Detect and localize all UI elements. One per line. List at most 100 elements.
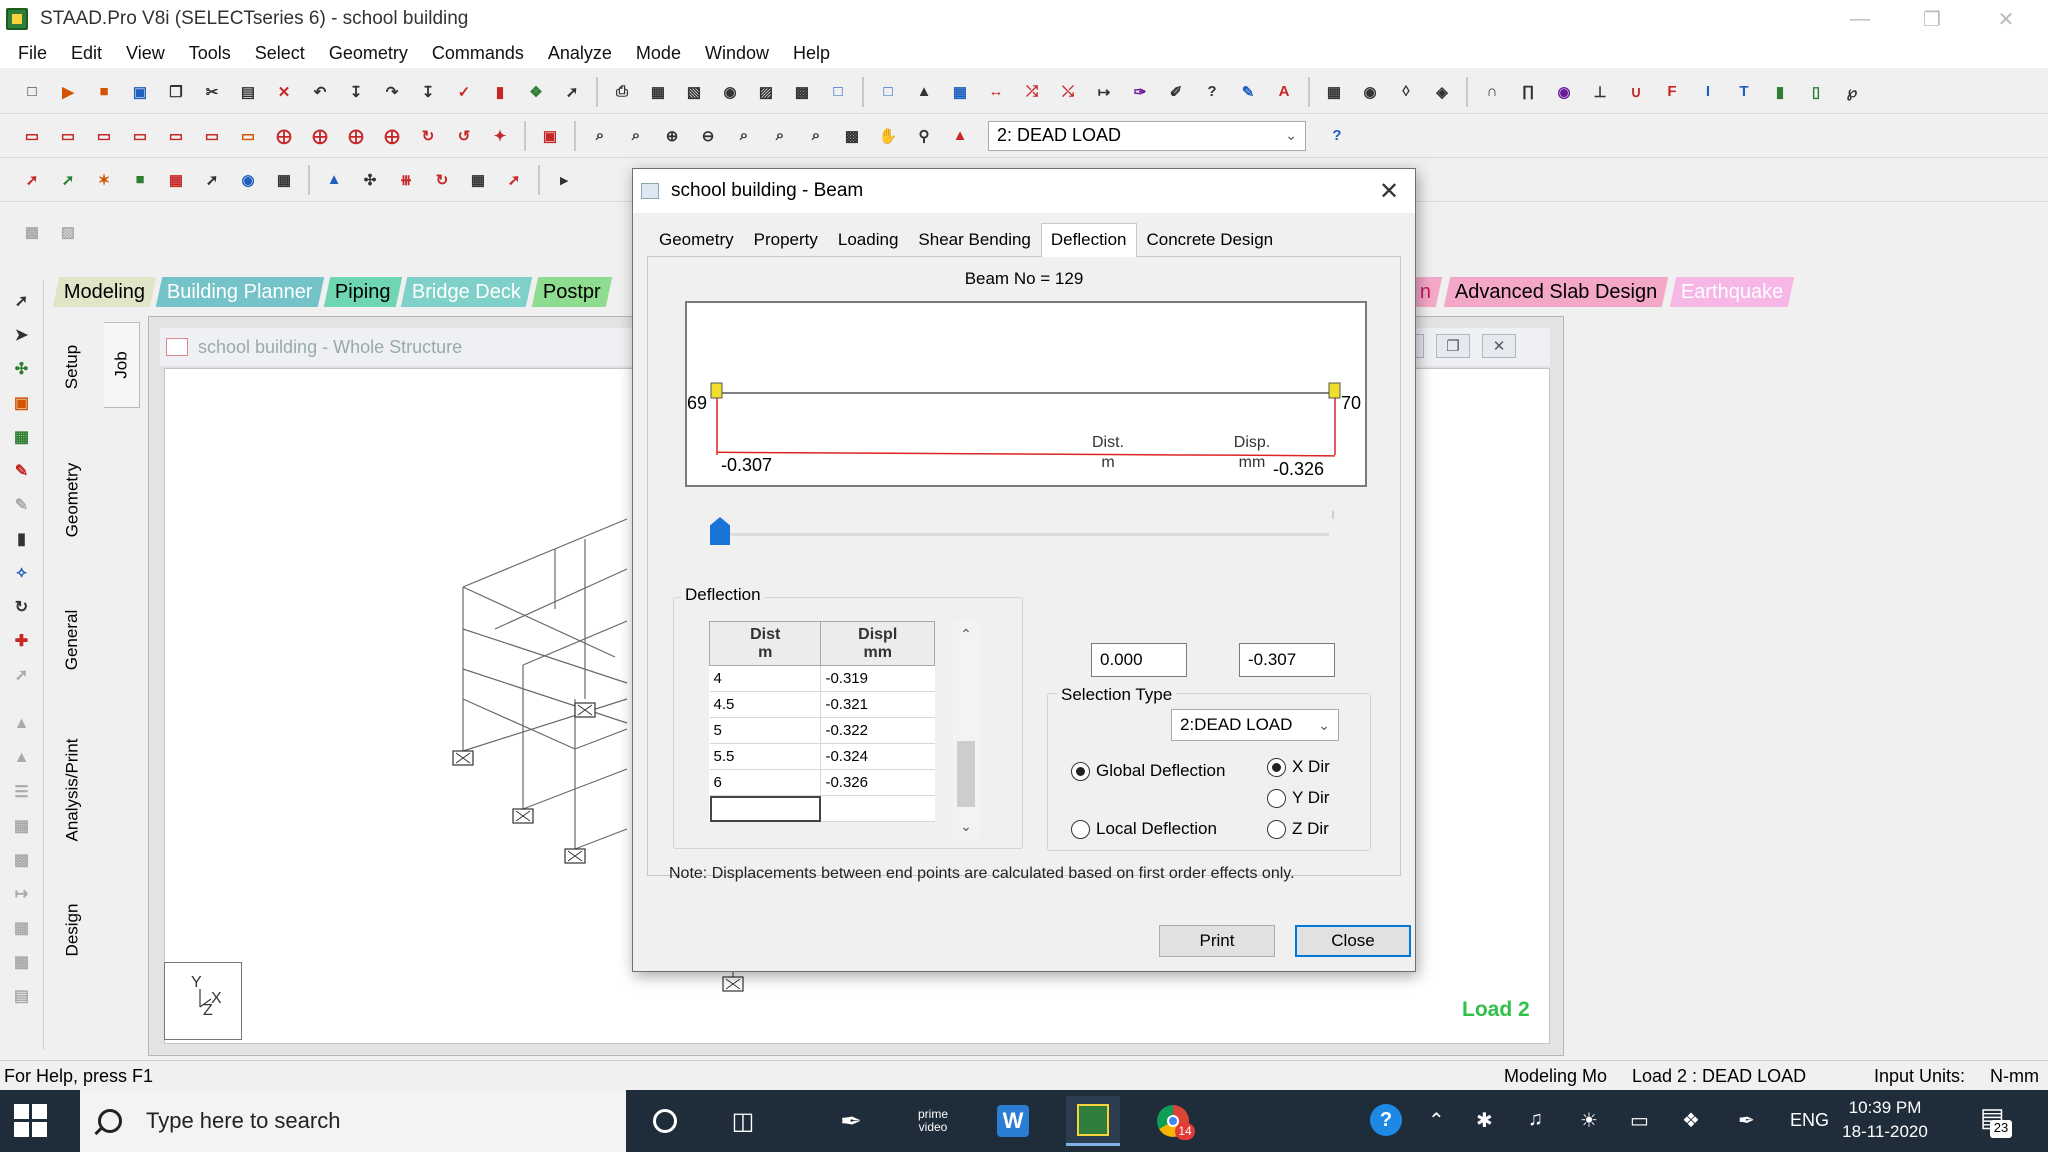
top-view-icon[interactable]: ▭ [163,123,189,149]
zoom-window-icon[interactable]: ⌕ [587,123,613,149]
zoom-out-icon[interactable]: ⊖ [695,123,721,149]
open-folder-icon[interactable]: ▶ [55,79,81,105]
disabled-tool-icon[interactable]: ▦ [8,914,36,942]
structure-restore-button[interactable]: ❐ [1436,334,1470,358]
arch-icon[interactable]: ∩ [1479,79,1505,105]
table-row[interactable]: 4.5 -0.321 [709,691,935,718]
connect-beams-icon[interactable]: ⤮ [1019,79,1045,105]
menu-edit[interactable]: Edit [59,43,114,64]
pointer-tool-icon[interactable]: ➚ [559,79,585,105]
rotate-tool-icon[interactable]: ↻ [8,593,36,621]
solids-cursor-icon[interactable]: ■ [127,167,153,193]
undo-dropdown-icon[interactable]: ↧ [343,79,369,105]
disabled-tool-icon[interactable]: ☰ [8,778,36,806]
tab-piping[interactable]: Piping [323,277,402,307]
spin-left-icon[interactable]: ↻ [415,123,441,149]
redo-icon[interactable]: ↷ [379,79,405,105]
solid-cursor-icon[interactable]: ▦ [8,423,36,451]
close-button[interactable]: Close [1295,925,1411,957]
isometric-view-icon[interactable]: ▭ [235,123,261,149]
page-design[interactable]: Design [52,880,92,980]
geometry-cursor-icon[interactable]: ➚ [199,167,225,193]
add-icon[interactable]: ✚ [8,627,36,655]
menu-commands[interactable]: Commands [420,43,536,64]
menu-analyze[interactable]: Analyze [536,43,624,64]
menu-help[interactable]: Help [781,43,842,64]
tab-modeling[interactable]: Modeling [52,277,157,307]
merge-icon[interactable]: ✐ [1163,79,1189,105]
menu-view[interactable]: View [114,43,177,64]
dimension-icon[interactable]: ↔ [983,79,1009,105]
rotate-right-icon[interactable]: ⨁ [379,123,405,149]
disabled-tool-icon[interactable]: ▲ [8,744,36,772]
frame-icon[interactable]: ∏ [1515,79,1541,105]
disabled-tool-icon[interactable]: ▤ [8,982,36,1010]
disabled-tool-icon[interactable]: ▩ [8,846,36,874]
x-dir-radio[interactable]: X Dir [1267,757,1330,777]
dropbox-icon[interactable]: ❖ [1682,1108,1700,1133]
look-around-icon[interactable]: ✦ [487,123,513,149]
snap-grid-icon[interactable]: □ [875,79,901,105]
snap-node-grid-icon[interactable]: ▦ [465,167,491,193]
node-results-icon[interactable]: ◉ [1357,79,1383,105]
windows-start-icon[interactable] [14,1104,48,1138]
move-icon[interactable]: ➚ [8,661,36,689]
zoom-in-icon[interactable]: ⊕ [659,123,685,149]
add-beam-icon[interactable]: ▲ [911,79,937,105]
support-icon[interactable]: ⊥ [1587,79,1613,105]
annotation-icon[interactable]: A [1271,79,1297,105]
material-icon[interactable]: ▮ [1767,79,1793,105]
results-table-icon[interactable]: ▦ [1321,79,1347,105]
beam-tool-icon[interactable]: ⧻ [393,167,419,193]
page-general[interactable]: General [52,580,92,700]
structure-close-button[interactable]: ✕ [1482,334,1516,358]
menu-tools[interactable]: Tools [177,43,243,64]
taskbar-search-box[interactable]: Type here to search [80,1090,626,1152]
task-view-icon[interactable]: ◫ [716,1096,770,1146]
table-row-empty[interactable] [709,795,935,822]
dist-value-field[interactable]: 0.000 [1091,643,1187,677]
close-window-button[interactable]: ✕ [1976,0,2036,38]
volume-icon[interactable]: ♫ [1528,1108,1543,1131]
select-cursor-icon[interactable]: ➚ [8,287,36,315]
beam-cursor-icon[interactable]: ✣ [8,355,36,383]
empty-cell[interactable] [820,795,935,822]
print-icon[interactable]: ⎙ [609,79,635,105]
surface-cursor-icon[interactable]: ✎ [8,457,36,485]
disabled-tool-icon[interactable]: ▩ [8,948,36,976]
save-icon[interactable]: ▣ [127,79,153,105]
load-case-select[interactable]: 2: DEAD LOAD ⌄ [988,120,1306,151]
table-row[interactable]: 5 -0.322 [709,717,935,744]
display-window-icon[interactable]: ⌕ [803,123,829,149]
surfaces-cursor-icon[interactable]: ▦ [163,167,189,193]
tab-bridge-deck[interactable]: Bridge Deck [401,277,533,307]
minimize-button[interactable]: — [1830,0,1890,38]
page-job[interactable]: Job [104,322,140,408]
tab-shear-bending[interactable]: Shear Bending [908,223,1040,257]
specification-icon[interactable]: ▯ [1803,79,1829,105]
query-icon[interactable]: ? [1199,79,1225,105]
page-analysis-print[interactable]: Analysis/Print [52,720,92,860]
table-row[interactable]: 6 -0.326 [709,769,935,796]
redo-dropdown-icon[interactable]: ↧ [415,79,441,105]
report-icon[interactable]: ▧ [681,79,707,105]
paste-icon[interactable]: ▤ [235,79,261,105]
copy-icon[interactable]: ❐ [163,79,189,105]
cut-icon[interactable]: ✂ [199,79,225,105]
page-icon[interactable]: □ [825,79,851,105]
position-slider-track[interactable] [713,533,1329,536]
selection-type-select[interactable]: 2:DEAD LOAD ⌄ [1171,709,1339,741]
tab-property[interactable]: Property [744,223,828,257]
design-icon[interactable]: ℘ [1839,79,1865,105]
bluetooth-icon[interactable]: ✱ [1476,1108,1493,1133]
export-icon[interactable]: ▨ [753,79,779,105]
disabled-tool-icon[interactable]: ▦ [8,812,36,840]
magnify-icon[interactable]: ⚲ [911,123,937,149]
render-icon[interactable]: ▲ [947,123,973,149]
structure-tools-icon[interactable]: ▸ [551,167,577,193]
restore-button[interactable]: ❐ [1902,0,1962,38]
front-view-icon[interactable]: ▭ [19,123,45,149]
spin-right-icon[interactable]: ↺ [451,123,477,149]
beam-results-icon[interactable]: ◊ [1393,79,1419,105]
cylinder-icon[interactable]: ◉ [1551,79,1577,105]
